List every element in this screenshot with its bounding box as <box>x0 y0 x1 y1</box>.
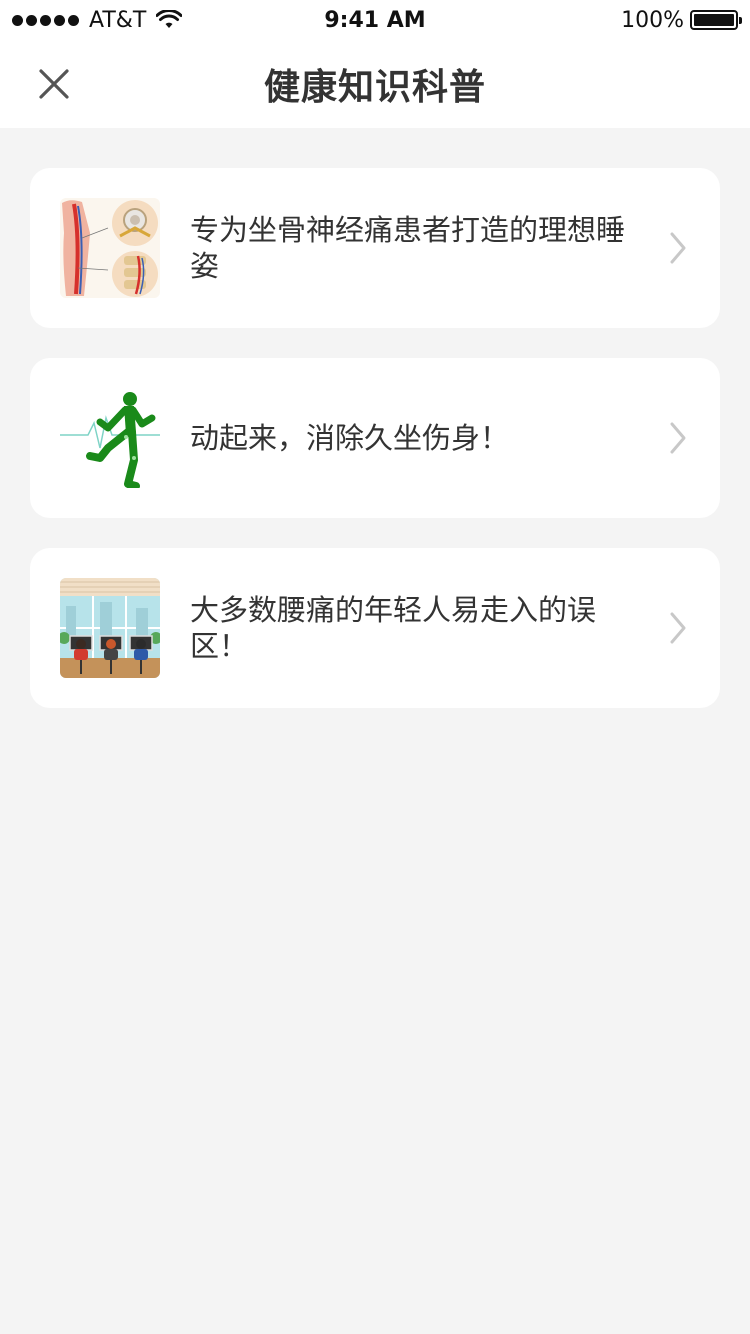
article-card-get-moving[interactable]: 动起来，消除久坐伤身！ <box>30 358 720 518</box>
signal-strength-icon <box>12 14 79 26</box>
wifi-icon <box>156 10 183 28</box>
carrier-label: AT&T <box>89 7 147 33</box>
status-left: AT&T <box>12 7 183 33</box>
page-title: 健康知识科普 <box>263 67 486 108</box>
chevron-right-icon <box>670 422 686 454</box>
article-title: 动起来，消除久坐伤身！ <box>190 421 510 455</box>
article-card-back-pain-myths[interactable]: 大多数腰痛的年轻人易走入的误区！ <box>30 548 720 708</box>
article-card-sleep-posture[interactable]: 专为坐骨神经痛患者打造的理想睡姿 <box>30 168 720 328</box>
article-thumbnail <box>60 578 160 678</box>
status-bar: AT&T 9:41 AM 100% <box>0 0 750 40</box>
spine-anatomy-illustration <box>60 198 160 298</box>
article-thumbnail <box>60 198 160 298</box>
battery-icon <box>690 10 742 30</box>
battery-percentage: 100% <box>621 7 684 33</box>
running-man-heartbeat-illustration <box>60 388 160 488</box>
article-list: 专为坐骨神经痛患者打造的理想睡姿 动起来，消除久坐伤身！ 大多数腰痛的年轻人易走… <box>30 168 720 708</box>
chevron-right-icon <box>670 612 686 644</box>
close-button[interactable] <box>28 58 80 110</box>
article-thumbnail <box>60 388 160 488</box>
close-icon <box>39 69 69 99</box>
article-title: 大多数腰痛的年轻人易走入的误区！ <box>190 593 597 663</box>
office-workers-illustration <box>60 578 160 678</box>
chevron-right-icon <box>670 232 686 264</box>
status-right: 100% <box>621 7 742 33</box>
article-title: 专为坐骨神经痛患者打造的理想睡姿 <box>190 213 626 283</box>
nav-bar: 健康知识科普 <box>0 40 750 128</box>
